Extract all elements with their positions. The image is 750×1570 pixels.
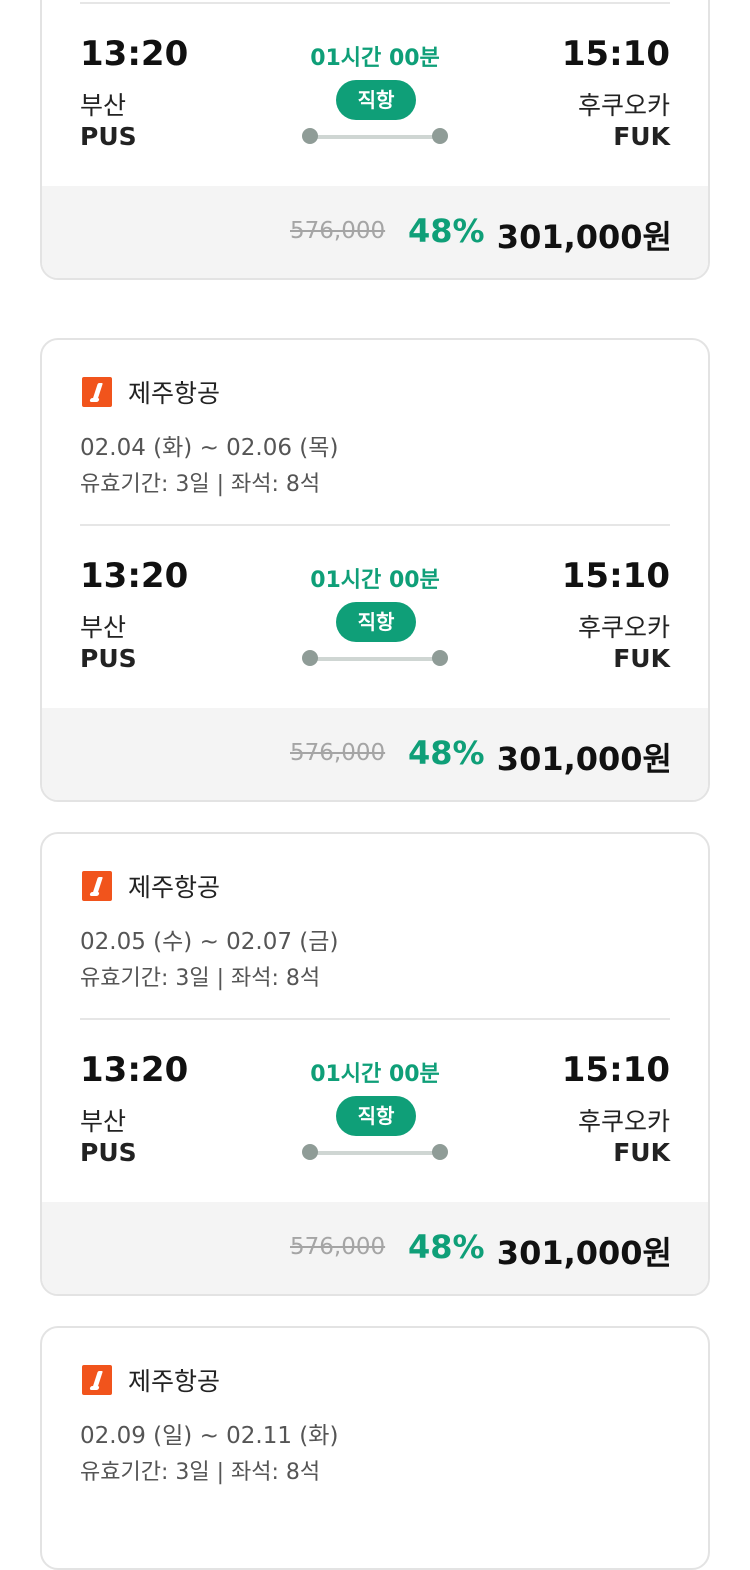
price-bar: 576,000 48% 301,000원: [42, 186, 708, 278]
route-line: [310, 657, 440, 661]
route-end-dot: [432, 650, 448, 666]
final-price: 301,000원: [496, 740, 672, 778]
airline-name: 제주항공: [128, 1367, 221, 1396]
departure-city: 부산: [80, 1107, 127, 1136]
discount-rate: 48%: [408, 1228, 485, 1266]
jeju-air-logo-icon: [82, 1365, 112, 1395]
flight-duration: 01시간 00분: [310, 46, 440, 71]
flight-duration: 01시간 00분: [310, 1062, 440, 1087]
arrival-city: 후쿠오카: [577, 1107, 670, 1136]
price-bar: 576,000 48% 301,000원: [42, 708, 708, 800]
arrival-time: 15:10: [561, 1050, 670, 1090]
card-header: 제주항공 02.09 (일) ~ 02.11 (화) 유효기간: 3일 | 좌석…: [42, 1328, 708, 1514]
direct-flight-badge: 직항: [336, 602, 416, 642]
departure-code: PUS: [80, 644, 137, 673]
departure-time: 13:20: [80, 1050, 189, 1090]
arrival-time: 15:10: [561, 34, 670, 74]
departure-city: 부산: [80, 613, 127, 642]
travel-dates: 02.04 (화) ~ 02.06 (목): [80, 435, 339, 461]
card-header: 제주항공 02.04 (화) ~ 02.06 (목) 유효기간: 3일 | 좌석…: [42, 340, 708, 526]
departure-time: 13:20: [80, 556, 189, 596]
airline-name: 제주항공: [128, 379, 221, 408]
final-price: 301,000원: [496, 1234, 672, 1272]
route-start-dot: [302, 650, 318, 666]
validity-seats: 유효기간: 3일 | 좌석: 8석: [80, 472, 321, 497]
flight-info: 13:20 부산 PUS 01시간 00분 직항 15:10 후쿠오카 FUK: [42, 4, 708, 186]
flight-info: 13:20 부산 PUS 01시간 00분 직항 15:10 후쿠오카 FUK: [42, 526, 708, 708]
flight-card[interactable]: 제주항공 02.09 (일) ~ 02.11 (화) 유효기간: 3일 | 좌석…: [40, 1326, 710, 1570]
route-end-dot: [432, 1144, 448, 1160]
departure-time: 13:20: [80, 34, 189, 74]
direct-flight-badge: 직항: [336, 1096, 416, 1136]
final-price: 301,000원: [496, 218, 672, 256]
flight-card[interactable]: 제주항공 02.05 (수) ~ 02.07 (금) 유효기간: 3일 | 좌석…: [40, 832, 710, 1296]
validity-seats: 유효기간: 3일 | 좌석: 8석: [80, 966, 321, 991]
airline-row: 제주항공: [82, 1364, 220, 1396]
arrival-code: FUK: [613, 644, 670, 673]
discount-rate: 48%: [408, 212, 485, 250]
route-line: [310, 135, 440, 139]
jeju-air-logo-icon: [82, 377, 112, 407]
arrival-code: FUK: [613, 1138, 670, 1167]
flight-duration: 01시간 00분: [310, 568, 440, 593]
flight-info: 13:20 부산 PUS 01시간 00분 직항 15:10 후쿠오카 FUK: [42, 1020, 708, 1202]
arrival-code: FUK: [613, 122, 670, 151]
airline-row: 제주항공: [82, 376, 220, 408]
original-price: 576,000: [290, 1234, 386, 1260]
travel-dates: 02.09 (일) ~ 02.11 (화): [80, 1423, 339, 1449]
arrival-city: 후쿠오카: [577, 613, 670, 642]
travel-dates: 02.05 (수) ~ 02.07 (금): [80, 929, 339, 955]
airline-row: 제주항공: [82, 870, 220, 902]
price-bar: 576,000 48% 301,000원: [42, 1202, 708, 1294]
airline-name: 제주항공: [128, 873, 221, 902]
original-price: 576,000: [290, 740, 386, 766]
original-price: 576,000: [290, 218, 386, 244]
direct-flight-badge: 직항: [336, 80, 416, 120]
route-end-dot: [432, 128, 448, 144]
route-start-dot: [302, 128, 318, 144]
validity-seats: 유효기간: 3일 | 좌석: 8석: [80, 1460, 321, 1485]
arrival-time: 15:10: [561, 556, 670, 596]
flight-card[interactable]: 제주항공 02.04 (화) ~ 02.06 (목) 유효기간: 3일 | 좌석…: [40, 338, 710, 802]
flight-card[interactable]: 13:20 부산 PUS 01시간 00분 직항 15:10 후쿠오카 FUK …: [40, 0, 710, 280]
discount-rate: 48%: [408, 734, 485, 772]
route-start-dot: [302, 1144, 318, 1160]
departure-code: PUS: [80, 122, 137, 151]
card-header: 제주항공 02.05 (수) ~ 02.07 (금) 유효기간: 3일 | 좌석…: [42, 834, 708, 1020]
departure-code: PUS: [80, 1138, 137, 1167]
jeju-air-logo-icon: [82, 871, 112, 901]
route-line: [310, 1151, 440, 1155]
arrival-city: 후쿠오카: [577, 91, 670, 120]
departure-city: 부산: [80, 91, 127, 120]
